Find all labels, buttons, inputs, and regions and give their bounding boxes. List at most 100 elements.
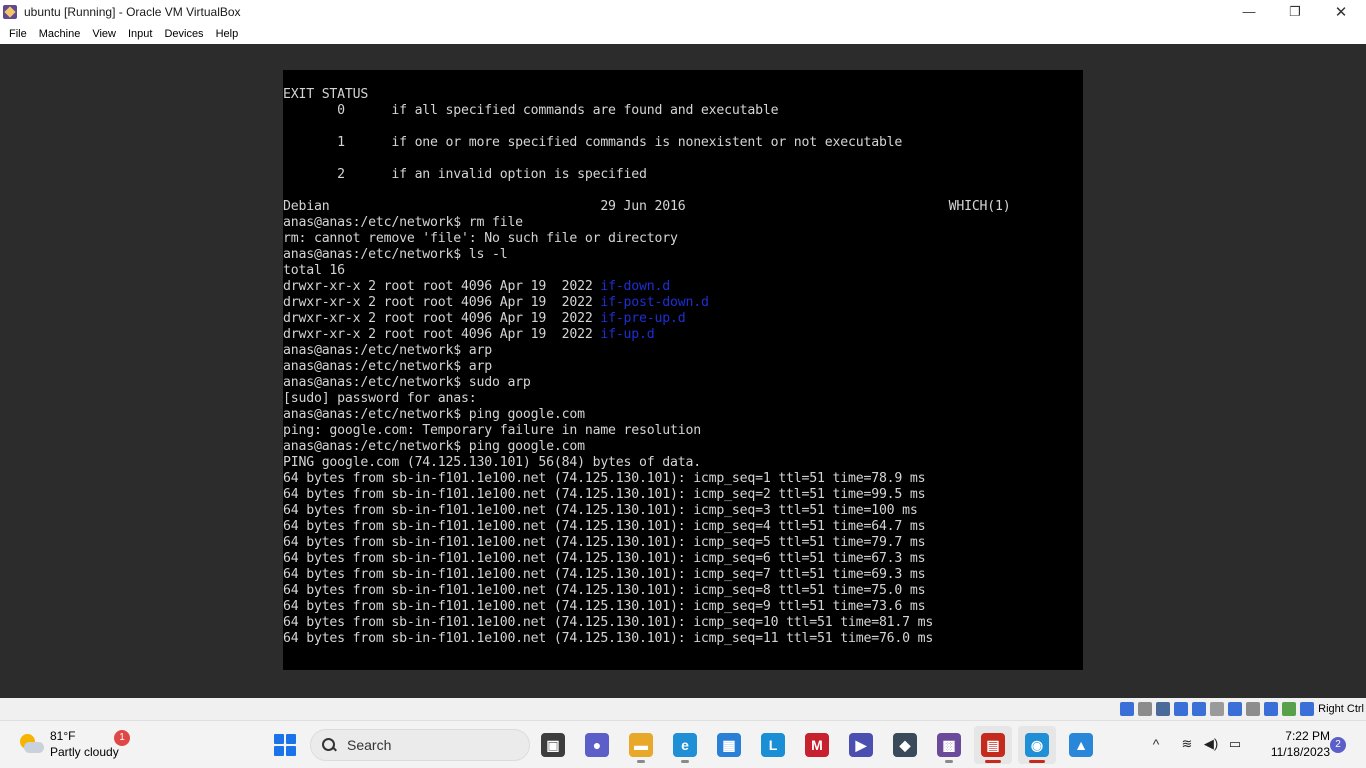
task-view-taskbar-button[interactable]: ▣ (534, 726, 572, 764)
menu-file[interactable]: File (3, 26, 33, 42)
network-icon[interactable] (1174, 702, 1189, 716)
hard-disk-icon[interactable] (1120, 702, 1135, 716)
start-button[interactable] (266, 726, 304, 764)
host-key-label[interactable]: Right Ctrl (1318, 703, 1364, 715)
virtualbox-icon: ▩ (937, 733, 961, 757)
virtualbox-app-icon (2, 4, 18, 20)
directory-name: if-pre-up.d (600, 311, 686, 326)
tray-overflow-chevron-icon[interactable]: ^ (1145, 733, 1167, 755)
running-indicator (637, 760, 645, 763)
virtualbox-taskbar-button[interactable]: ▩ (930, 726, 968, 764)
terminal-line: 64 bytes from sb-in-f101.1e100.net (74.1… (283, 583, 926, 598)
windows-logo-icon (274, 734, 296, 756)
microsoft-store-icon: ▦ (717, 733, 741, 757)
terminal-line-text: drwxr-xr-x 2 root root 4096 Apr 19 2022 (283, 327, 601, 342)
menu-bar: File Machine View Input Devices Help (0, 23, 1366, 44)
running-indicator (1029, 760, 1045, 763)
video-capture-icon[interactable] (1246, 702, 1261, 716)
weather-badge: 1 (114, 730, 130, 746)
terminal-line: total 16 (283, 263, 345, 278)
clock[interactable]: 7:22 PM 11/18/2023 (1254, 728, 1330, 760)
status-icons (1116, 702, 1315, 716)
terminal-line: PING google.com (74.125.130.101) 56(84) … (283, 455, 701, 470)
running-indicator (985, 760, 1001, 763)
file-explorer-taskbar-button[interactable]: ▬ (622, 726, 660, 764)
terminal-line-text: drwxr-xr-x 2 root root 4096 Apr 19 2022 (283, 279, 601, 294)
taskbar-search[interactable]: Search (310, 729, 530, 761)
file-explorer-icon: ▬ (629, 733, 653, 757)
terminal-line: 0 if all specified commands are found an… (283, 103, 779, 118)
terminal-line: anas@anas:/etc/network$ rm file (283, 215, 523, 230)
search-icon (321, 737, 337, 753)
usb-icon[interactable] (1192, 702, 1207, 716)
terminal-line: EXIT STATUS (283, 87, 369, 102)
photos-icon: ▲ (1069, 733, 1093, 757)
running-indicator (681, 760, 689, 763)
menu-view[interactable]: View (86, 26, 122, 42)
terminal-line: drwxr-xr-x 2 root root 4096 Apr 19 2022 … (283, 295, 1011, 311)
weather-widget[interactable]: 81°F Partly cloudy 1 (14, 726, 134, 764)
edge-taskbar-button[interactable]: e (666, 726, 704, 764)
remote-app-taskbar-button[interactable]: ▤ (974, 726, 1012, 764)
title-bar: ubuntu [Running] - Oracle VM VirtualBox … (0, 0, 1366, 23)
wifi-icon[interactable]: ≋ (1178, 735, 1196, 753)
menu-input[interactable]: Input (122, 26, 158, 42)
remote-app-icon: ▤ (981, 733, 1005, 757)
display-icon[interactable] (1228, 702, 1243, 716)
terminal-line-text: drwxr-xr-x 2 root root 4096 Apr 19 2022 (283, 311, 601, 326)
running-indicator (945, 760, 953, 763)
audio-icon[interactable] (1156, 702, 1171, 716)
cpu-icon[interactable] (1264, 702, 1279, 716)
menu-devices[interactable]: Devices (158, 26, 209, 42)
directory-name: if-up.d (600, 327, 655, 342)
close-button[interactable]: ✕ (1318, 0, 1364, 23)
terminal-line: drwxr-xr-x 2 root root 4096 Apr 19 2022 … (283, 327, 1011, 343)
terminal-line: 64 bytes from sb-in-f101.1e100.net (74.1… (283, 551, 926, 566)
terminal-line: 64 bytes from sb-in-f101.1e100.net (74.1… (283, 471, 926, 486)
terminal-line: 2 if an invalid option is specified (283, 167, 647, 182)
terminal-output: EXIT STATUS 0 if all specified commands … (283, 87, 1011, 647)
terminal-line: anas@anas:/etc/network$ ping google.com (283, 407, 585, 422)
chat-app-taskbar-button[interactable]: ◉ (1018, 726, 1056, 764)
taskbar: 81°F Partly cloudy 1 Search ▣ ● ▬ e ▦ L M ▶ ◆ ▩ ▤ ◉… (0, 720, 1366, 768)
clock-time: 7:22 PM (1285, 729, 1330, 743)
terminal-line: 64 bytes from sb-in-f101.1e100.net (74.1… (283, 503, 918, 518)
minimize-button[interactable]: — (1226, 0, 1272, 23)
terminal-line: 64 bytes from sb-in-f101.1e100.net (74.1… (283, 535, 926, 550)
microsoft-store-taskbar-button[interactable]: ▦ (710, 726, 748, 764)
search-label: Search (347, 737, 392, 753)
terminal-line: drwxr-xr-x 2 root root 4096 Apr 19 2022 … (283, 279, 1011, 295)
task-view-icon: ▣ (541, 733, 565, 757)
menu-help[interactable]: Help (210, 26, 245, 42)
maximize-button[interactable]: ❐ (1272, 0, 1318, 23)
terminal-line: ping: google.com: Temporary failure in n… (283, 423, 701, 438)
window-title: ubuntu [Running] - Oracle VM VirtualBox (24, 4, 241, 19)
terminal-line-text: drwxr-xr-x 2 root root 4096 Apr 19 2022 (283, 295, 601, 310)
directory-name: if-post-down.d (600, 295, 709, 310)
mouse-integration-icon[interactable] (1282, 702, 1297, 716)
battery-icon[interactable]: ▭ (1226, 735, 1244, 753)
teams-chat-taskbar-button[interactable]: ● (578, 726, 616, 764)
photos-taskbar-button[interactable]: ▲ (1062, 726, 1100, 764)
optical-drive-icon[interactable] (1138, 702, 1153, 716)
keyboard-icon[interactable] (1300, 702, 1315, 716)
media-app-taskbar-button[interactable]: ▶ (842, 726, 880, 764)
chat-app-icon: ◉ (1025, 733, 1049, 757)
edge-icon: e (673, 733, 697, 757)
partly-cloudy-icon (18, 732, 44, 758)
notification-badge[interactable]: 2 (1330, 737, 1346, 753)
vm-console[interactable]: EXIT STATUS 0 if all specified commands … (283, 70, 1083, 670)
mcafee-taskbar-button[interactable]: M (798, 726, 836, 764)
volume-icon[interactable]: ◀) (1202, 735, 1220, 753)
menu-machine[interactable]: Machine (33, 26, 87, 42)
terminal-line: drwxr-xr-x 2 root root 4096 Apr 19 2022 … (283, 311, 1011, 327)
shared-folder-icon[interactable] (1210, 702, 1225, 716)
app-l-taskbar-button[interactable]: L (754, 726, 792, 764)
app-l-icon: L (761, 733, 785, 757)
weather-condition: Partly cloudy (50, 745, 119, 759)
cube-app-taskbar-button[interactable]: ◆ (886, 726, 924, 764)
terminal-line: rm: cannot remove 'file': No such file o… (283, 231, 678, 246)
terminal-line: 64 bytes from sb-in-f101.1e100.net (74.1… (283, 519, 926, 534)
